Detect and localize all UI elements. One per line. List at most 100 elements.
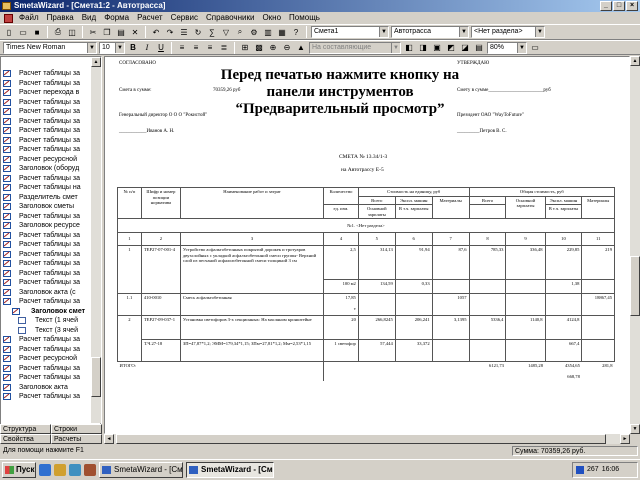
tab-properties[interactable]: Свойства — [0, 434, 51, 444]
scroll-thumb[interactable] — [630, 256, 640, 316]
bold-icon[interactable]: B — [127, 42, 139, 54]
scroll-down-button[interactable]: ▼ — [630, 424, 640, 434]
help-icon[interactable]: ? — [290, 26, 302, 38]
align-center-icon[interactable]: ≡ — [190, 42, 202, 54]
tree-item[interactable]: Расчет таблицы за — [1, 107, 93, 117]
tree-item[interactable]: Расчет таблицы за — [1, 345, 93, 355]
tree-item[interactable]: Расчет таблицы за — [1, 79, 93, 89]
app-quick-icon[interactable] — [84, 464, 96, 476]
tree-item[interactable]: Расчет таблицы за — [1, 231, 93, 241]
save-icon[interactable]: ■ — [31, 26, 43, 38]
document-hscrollbar[interactable]: ◄ ► — [104, 434, 630, 444]
scroll-left-button[interactable]: ◄ — [104, 434, 114, 444]
document-icon[interactable] — [4, 13, 13, 23]
tree-item[interactable]: Расчет таблицы за — [1, 373, 93, 383]
move-up-icon[interactable]: ▲ — [295, 42, 307, 54]
tree-item[interactable]: Заголовок сметы — [1, 202, 93, 212]
find-icon[interactable]: ⌕ — [234, 26, 246, 38]
preview-icon[interactable]: ◫ — [66, 26, 78, 38]
tree-item[interactable]: Расчет таблицы за — [1, 278, 93, 288]
option-b-icon[interactable]: ◨ — [417, 42, 429, 54]
tree-item[interactable]: Расчет таблицы за — [1, 297, 93, 307]
tree-item[interactable]: Расчет таблицы на — [1, 183, 93, 193]
paste-icon[interactable]: ▤ — [115, 26, 127, 38]
tree-item[interactable]: Расчет таблицы за — [1, 145, 93, 155]
tree-item[interactable]: Расчет таблицы за — [1, 259, 93, 269]
scroll-thumb[interactable] — [116, 434, 606, 444]
title-bar[interactable]: SmetaWizard - [Смета1:2 - Автотрасса] _ … — [0, 0, 640, 12]
print-icon[interactable]: ⎙ — [52, 26, 64, 38]
tree-item[interactable]: Расчет таблицы за — [1, 136, 93, 146]
tree-item[interactable]: Расчет таблицы за — [1, 269, 93, 279]
tree-item[interactable]: Расчет таблицы за — [1, 117, 93, 127]
font-size-combo[interactable]: 10 ▼ — [99, 41, 125, 54]
close-button[interactable]: × — [626, 1, 638, 11]
undo-icon[interactable]: ↶ — [150, 26, 162, 38]
calc-icon[interactable]: ∑ — [206, 26, 218, 38]
new-icon[interactable]: ▯ — [3, 26, 15, 38]
chart-icon[interactable]: ▥ — [262, 26, 274, 38]
tree-item[interactable]: Текст (3 ячей — [1, 326, 93, 336]
tab-calcs[interactable]: Расчеты — [51, 434, 102, 444]
menu-service[interactable]: Сервис — [167, 12, 202, 24]
insert-icon[interactable]: ⊕ — [267, 42, 279, 54]
grid-icon[interactable]: ▦ — [276, 26, 288, 38]
tree-item[interactable]: Расчет ресурсной — [1, 354, 93, 364]
clock[interactable]: 16:06 — [602, 463, 620, 477]
folder-icon[interactable] — [54, 464, 66, 476]
fill-icon[interactable]: ▩ — [253, 42, 265, 54]
copy-icon[interactable]: ❐ — [101, 26, 113, 38]
tree-item[interactable]: Расчет ресурсной — [1, 155, 93, 165]
tree-item[interactable]: Заголовок (оборуд — [1, 164, 93, 174]
tab-rows[interactable]: Строки — [51, 424, 102, 434]
maximize-button[interactable]: □ — [613, 1, 625, 11]
option-e-icon[interactable]: ◪ — [459, 42, 471, 54]
tree-item[interactable]: Расчет таблицы за — [1, 250, 93, 260]
option-c-icon[interactable]: ▣ — [431, 42, 443, 54]
minimize-button[interactable]: _ — [600, 1, 612, 11]
language-icon[interactable] — [576, 466, 584, 474]
document-page[interactable]: СОГЛАСОВАНО УТВЕРЖДАЮ Смета в сумме: 703… — [104, 56, 630, 434]
tree-item[interactable]: Расчет таблицы за — [1, 69, 93, 79]
menu-form[interactable]: Форма — [100, 12, 133, 24]
option-f-icon[interactable]: ▤ — [473, 42, 485, 54]
open-icon[interactable]: ▭ — [17, 26, 29, 38]
menu-edit[interactable]: Правка — [43, 12, 78, 24]
table-row[interactable]: 1.1 410-0010 Смесь асфальтобетонная 17,8… — [117, 293, 615, 316]
table-row[interactable]: 2 ТЕР27-09-037-1 Установка светофоров 3-… — [117, 315, 615, 362]
taskbar-item-active[interactable]: SmetaWizard - [Смет... — [186, 462, 274, 478]
document-vscrollbar[interactable]: ▲ ▼ — [630, 56, 640, 434]
start-button[interactable]: Пуск — [2, 462, 36, 478]
filter-icon[interactable]: ▽ — [220, 26, 232, 38]
cut-icon[interactable]: ✂ — [87, 26, 99, 38]
menu-window[interactable]: Окно — [258, 12, 285, 24]
table-subrow[interactable]: Т.Ч.27-18 ЗП=47,87*1,2; ЭММ=179,34*1,15;… — [118, 339, 615, 362]
app-icon[interactable] — [2, 2, 11, 10]
tab-structure[interactable]: Структура — [0, 424, 51, 434]
tree-item[interactable]: Расчет перехода в — [1, 88, 93, 98]
menu-references[interactable]: Справочники — [202, 12, 258, 24]
align-right-icon[interactable]: ≡ — [204, 42, 216, 54]
tree-item[interactable]: Расчет таблицы за — [1, 126, 93, 136]
section-combo[interactable]: <Нет раздела> ▼ — [471, 26, 545, 38]
scroll-up-button[interactable]: ▲ — [91, 57, 101, 67]
desktop-icon[interactable] — [69, 464, 81, 476]
tree-item[interactable]: Расчет таблицы за — [1, 98, 93, 108]
menu-help[interactable]: Помощь — [285, 12, 324, 24]
tree-item[interactable]: Текст (1 ячей — [1, 316, 93, 326]
scroll-thumb[interactable] — [91, 357, 101, 397]
settings-icon[interactable]: ⚙ — [248, 26, 260, 38]
delete-icon[interactable]: ✕ — [129, 26, 141, 38]
browser-icon[interactable] — [39, 464, 51, 476]
tree-item[interactable]: Заголовок ресурсе — [1, 221, 93, 231]
breakdown-combo[interactable]: На составляющие ▼ — [309, 41, 401, 54]
refresh-icon[interactable]: ↻ — [192, 26, 204, 38]
font-combo[interactable]: Times New Roman ▼ — [3, 41, 97, 54]
taskbar-item[interactable]: SmetaWizard - [Смет... — [99, 462, 183, 478]
tree-item[interactable]: Расчет таблицы за — [1, 364, 93, 374]
align-left-icon[interactable]: ≡ — [176, 42, 188, 54]
object-combo[interactable]: Автотрасса ▼ — [391, 26, 469, 38]
zoom-combo[interactable]: 80% ▼ — [487, 41, 527, 54]
tree-item[interactable]: Расчет таблицы за — [1, 240, 93, 250]
tree-item[interactable]: Разделитель смет — [1, 193, 93, 203]
